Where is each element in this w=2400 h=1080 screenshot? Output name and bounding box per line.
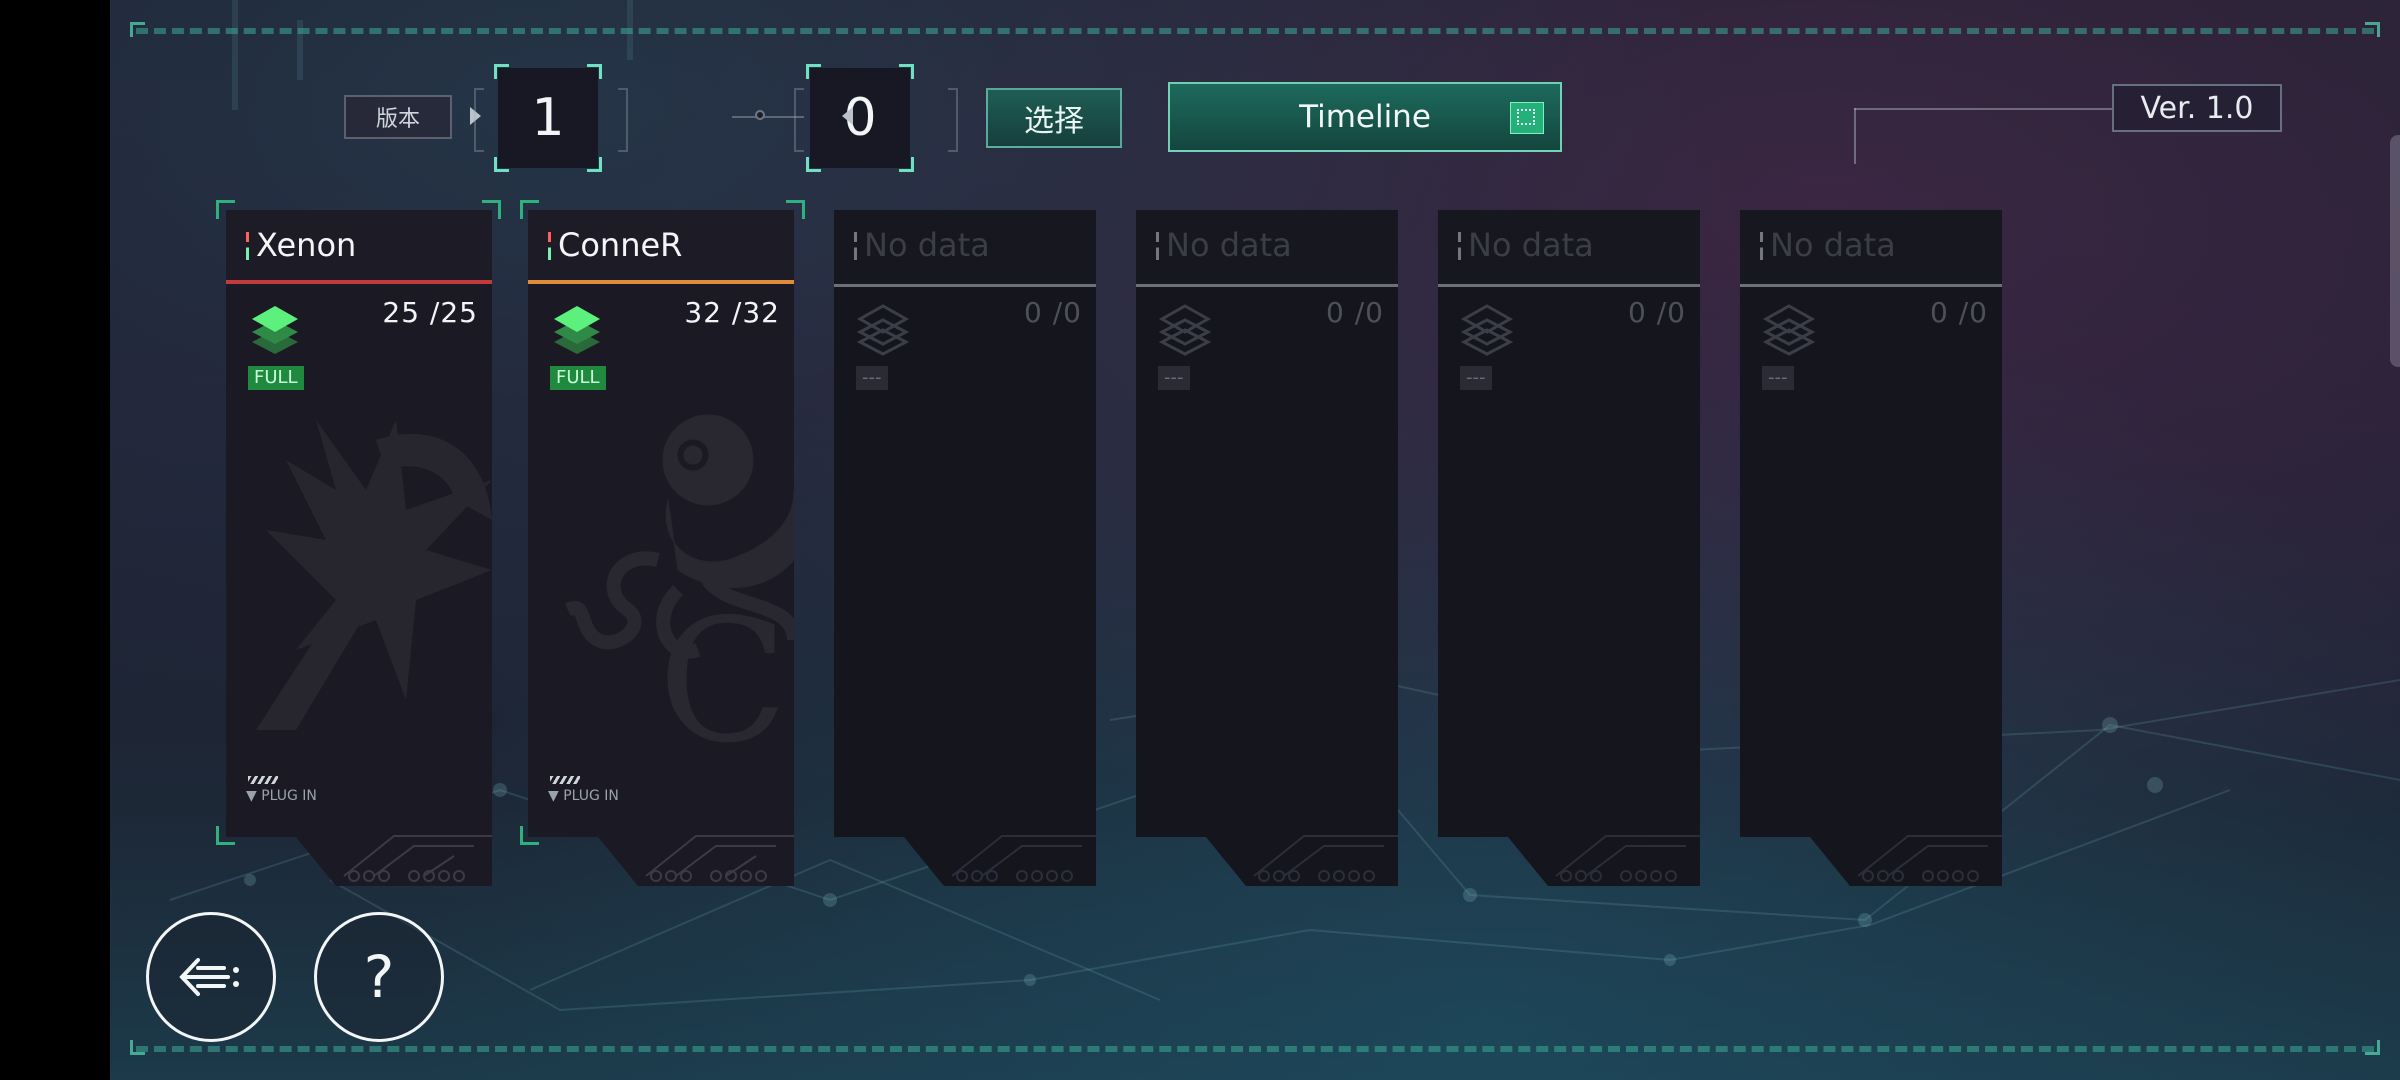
- frame-top-border: [136, 28, 2374, 34]
- digit-bracket: [474, 88, 484, 152]
- select-button-label: 选择: [1024, 104, 1084, 139]
- chapter-count: 0 /0: [1024, 296, 1082, 329]
- card-title: No data: [1468, 226, 1594, 264]
- frame-corner: [2365, 22, 2380, 37]
- plugin-stripes-icon: [550, 776, 580, 784]
- circuit-pattern: [645, 835, 794, 882]
- chapter-count: 32 /32: [684, 296, 780, 329]
- card-title-underline: [834, 284, 1096, 287]
- timeline-button-label: Timeline: [1299, 99, 1431, 135]
- digit-link-dot: [755, 110, 765, 120]
- status-badge: FULL: [248, 366, 304, 390]
- status-badge: ---: [1762, 366, 1794, 390]
- plugin-label: ▼ PLUG IN: [548, 788, 619, 804]
- help-button[interactable]: ?: [314, 912, 444, 1042]
- card-title-underline: [1136, 284, 1398, 287]
- layers-icon: [1762, 304, 1816, 356]
- title-marker: [1458, 232, 1461, 260]
- frame-corner: [2365, 1040, 2380, 1055]
- card-title-underline: [1740, 284, 2002, 287]
- empty-card-slot[interactable]: No data 0 /0 ---: [1438, 210, 1700, 886]
- title-marker: [1760, 232, 1763, 260]
- timeline-button[interactable]: Timeline: [1168, 82, 1562, 152]
- frame-corner: [130, 22, 145, 37]
- digit-bracket: [948, 88, 958, 152]
- layers-icon: [252, 306, 298, 354]
- card-title: No data: [864, 226, 990, 264]
- plugin-label: ▼ PLUG IN: [246, 788, 317, 804]
- circuit-pattern: [951, 835, 1096, 882]
- status-badge: FULL: [550, 366, 606, 390]
- card-title-underline: [528, 280, 794, 284]
- chapter-count: 25 /25: [382, 296, 478, 329]
- empty-card-slot[interactable]: No data 0 /0 ---: [834, 210, 1096, 886]
- title-marker: [1156, 232, 1159, 260]
- timeline-toggle-icon[interactable]: [1510, 102, 1544, 134]
- back-button[interactable]: [146, 912, 276, 1042]
- card-title-underline: [1438, 284, 1700, 287]
- digit-bracket: [618, 88, 628, 152]
- character-card-conner[interactable]: ConneR 32 /32 FULL C ▼ PLUG IN: [528, 210, 794, 886]
- layers-icon: [1460, 304, 1514, 356]
- card-title: ConneR: [558, 226, 683, 264]
- help-label: ?: [363, 943, 395, 1011]
- xenon-emblem: [256, 420, 492, 730]
- circuit-pattern: [1857, 835, 2002, 882]
- version-connector-line: [1854, 108, 2112, 110]
- circuit-pattern: [1253, 835, 1398, 882]
- title-marker: [854, 232, 857, 260]
- conner-emblem: C: [564, 414, 794, 760]
- layers-icon: [554, 306, 600, 354]
- frame-bottom-border: [136, 1046, 2374, 1052]
- title-marker: [548, 232, 551, 260]
- card-title: Xenon: [256, 226, 357, 264]
- circuit-pattern: [343, 835, 492, 882]
- status-badge: ---: [856, 366, 888, 390]
- chapter-count: 0 /0: [1930, 296, 1988, 329]
- svg-text:C: C: [658, 583, 788, 760]
- game-screen: 版本 1 0 选择 Timeline Ver. 1.0 Xenon 25 /25…: [110, 0, 2400, 1080]
- card-title-underline: [226, 280, 492, 284]
- character-card-xenon[interactable]: Xenon 25 /25 FULL ▼ PLUG IN: [226, 210, 492, 886]
- card-title: No data: [1166, 226, 1292, 264]
- version-display: Ver. 1.0: [2112, 84, 2282, 132]
- back-arrow-icon: [179, 958, 239, 996]
- side-drawer-handle[interactable]: [2390, 135, 2400, 367]
- empty-card-slot[interactable]: No data 0 /0 ---: [1740, 210, 2002, 886]
- circuit-pattern: [1555, 835, 1700, 882]
- status-badge: ---: [1158, 366, 1190, 390]
- decrease-arrow-icon[interactable]: [842, 107, 853, 125]
- select-button[interactable]: 选择: [986, 88, 1122, 148]
- empty-card-slot[interactable]: No data 0 /0 ---: [1136, 210, 1398, 886]
- version-connector-line: [1854, 108, 1856, 164]
- chapter-count: 0 /0: [1326, 296, 1384, 329]
- frame-corner: [130, 1040, 145, 1055]
- major-digit-value: 1: [531, 88, 565, 148]
- status-badge: ---: [1460, 366, 1492, 390]
- version-label: 版本: [344, 95, 452, 139]
- card-title: No data: [1770, 226, 1896, 264]
- digit-bracket: [794, 88, 804, 152]
- title-marker: [246, 232, 249, 260]
- plugin-stripes-icon: [248, 776, 278, 784]
- major-version-digit[interactable]: 1: [494, 64, 602, 172]
- layers-icon: [1158, 304, 1212, 356]
- minor-version-digit[interactable]: 0: [806, 64, 914, 172]
- layers-icon: [856, 304, 910, 356]
- chapter-count: 0 /0: [1628, 296, 1686, 329]
